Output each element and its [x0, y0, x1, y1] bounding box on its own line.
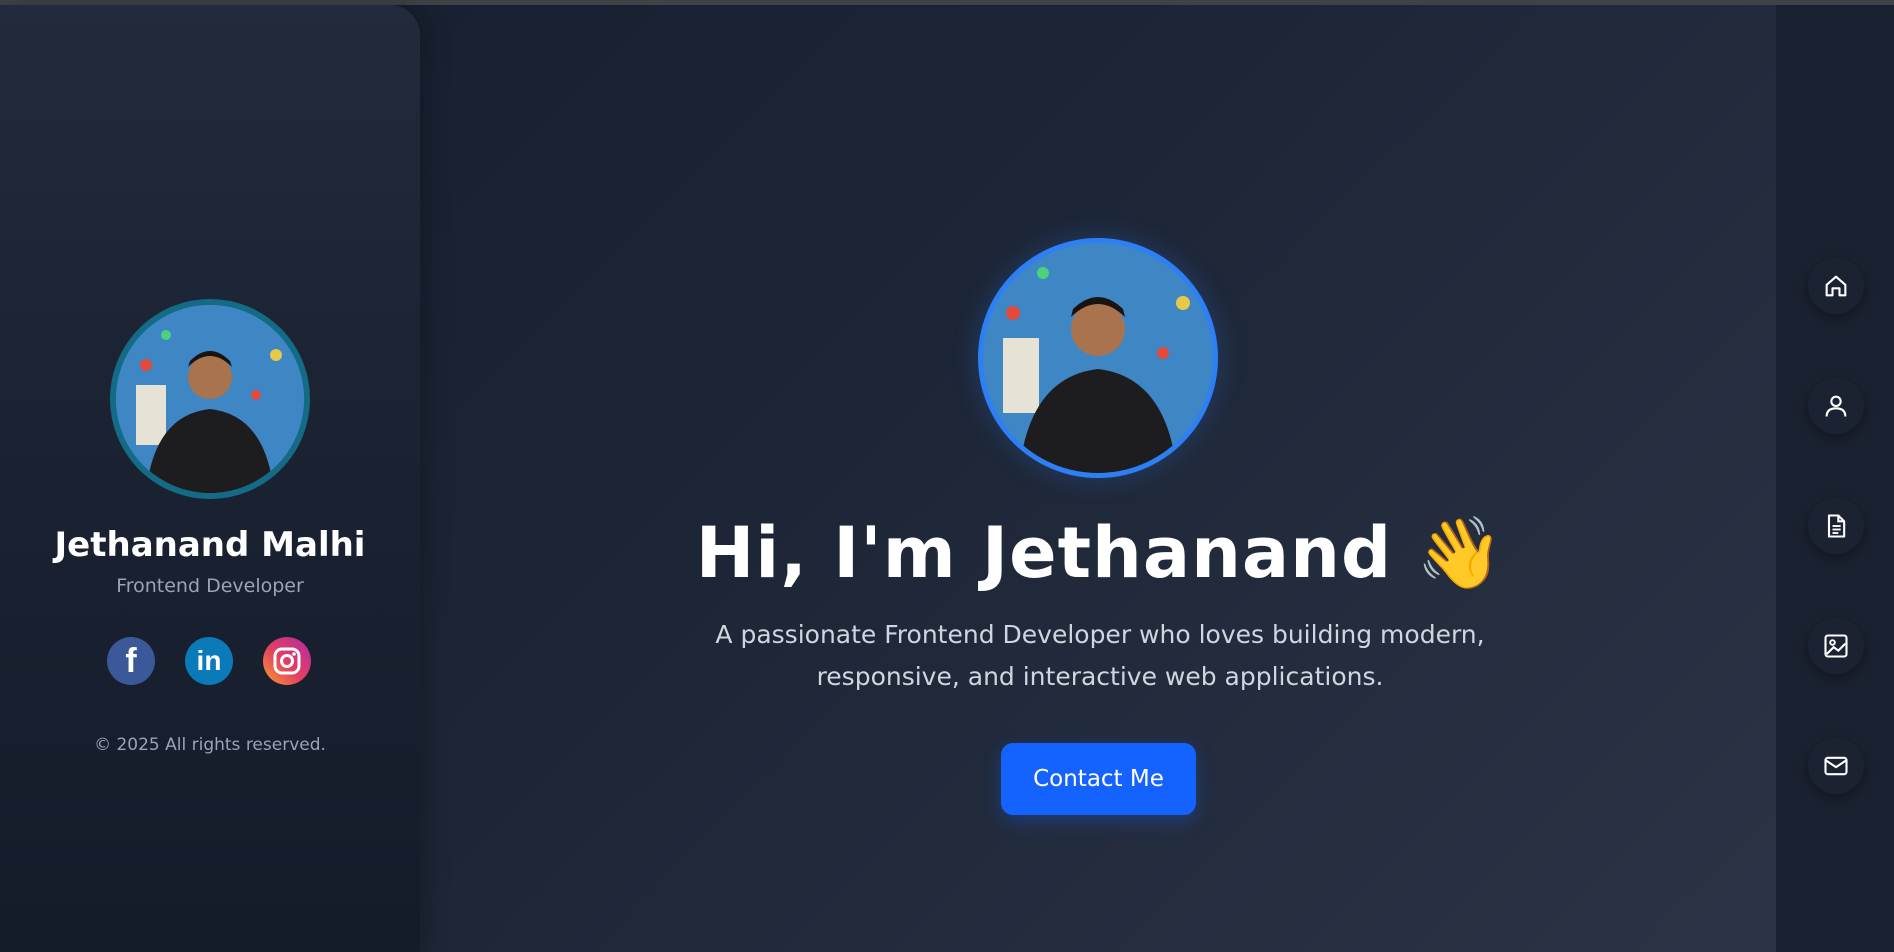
mail-icon — [1824, 756, 1848, 776]
user-icon — [1825, 395, 1847, 417]
sidebar-avatar — [110, 299, 310, 499]
linkedin-icon[interactable]: in — [185, 637, 233, 685]
facebook-glyph: f — [125, 641, 137, 680]
instagram-icon[interactable] — [263, 637, 311, 685]
document-icon — [1827, 514, 1846, 538]
nav-contact-button[interactable] — [1808, 738, 1864, 794]
nav-home-button[interactable] — [1808, 258, 1864, 314]
nav-resume-button[interactable] — [1808, 498, 1864, 554]
nav-portfolio-button[interactable] — [1808, 618, 1864, 674]
profile-photo-image — [116, 305, 304, 493]
copyright-text: © 2025 All rights reserved. — [94, 735, 326, 755]
right-nav-rail — [1776, 5, 1894, 952]
sidebar-name: Jethanand Malhi — [54, 525, 366, 565]
hero-description: A passionate Frontend Developer who love… — [715, 620, 1485, 691]
home-icon — [1825, 275, 1847, 297]
social-links: f in — [105, 637, 315, 685]
contact-me-button[interactable]: Contact Me — [1001, 743, 1196, 815]
instagram-glyph — [273, 647, 301, 675]
nav-about-button[interactable] — [1808, 378, 1864, 434]
image-icon — [1824, 634, 1848, 658]
hero-profile-photo-image — [983, 243, 1213, 473]
hero-title: Hi, I'm Jethanand 👋 — [560, 512, 1640, 595]
sidebar: Jethanand Malhi Frontend Developer f in … — [0, 5, 420, 952]
hero-title-text: Hi, I'm Jethanand — [695, 512, 1393, 594]
facebook-icon[interactable]: f — [107, 637, 155, 685]
waving-hand-icon: 👋 — [1416, 512, 1505, 594]
sidebar-role: Frontend Developer — [116, 575, 304, 597]
linkedin-glyph: in — [196, 645, 222, 676]
hero-avatar — [978, 238, 1218, 478]
